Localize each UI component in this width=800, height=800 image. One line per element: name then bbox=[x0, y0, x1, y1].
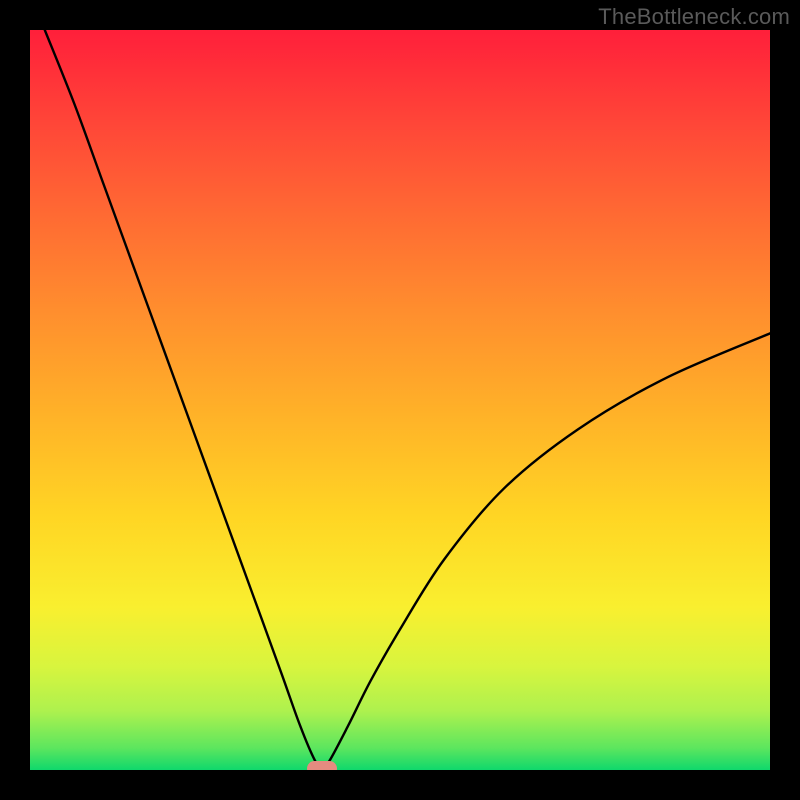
minimum-marker bbox=[307, 761, 337, 770]
chart-canvas: TheBottleneck.com bbox=[0, 0, 800, 800]
watermark-text: TheBottleneck.com bbox=[598, 4, 790, 30]
background-gradient bbox=[30, 30, 770, 770]
plot-area bbox=[30, 30, 770, 770]
